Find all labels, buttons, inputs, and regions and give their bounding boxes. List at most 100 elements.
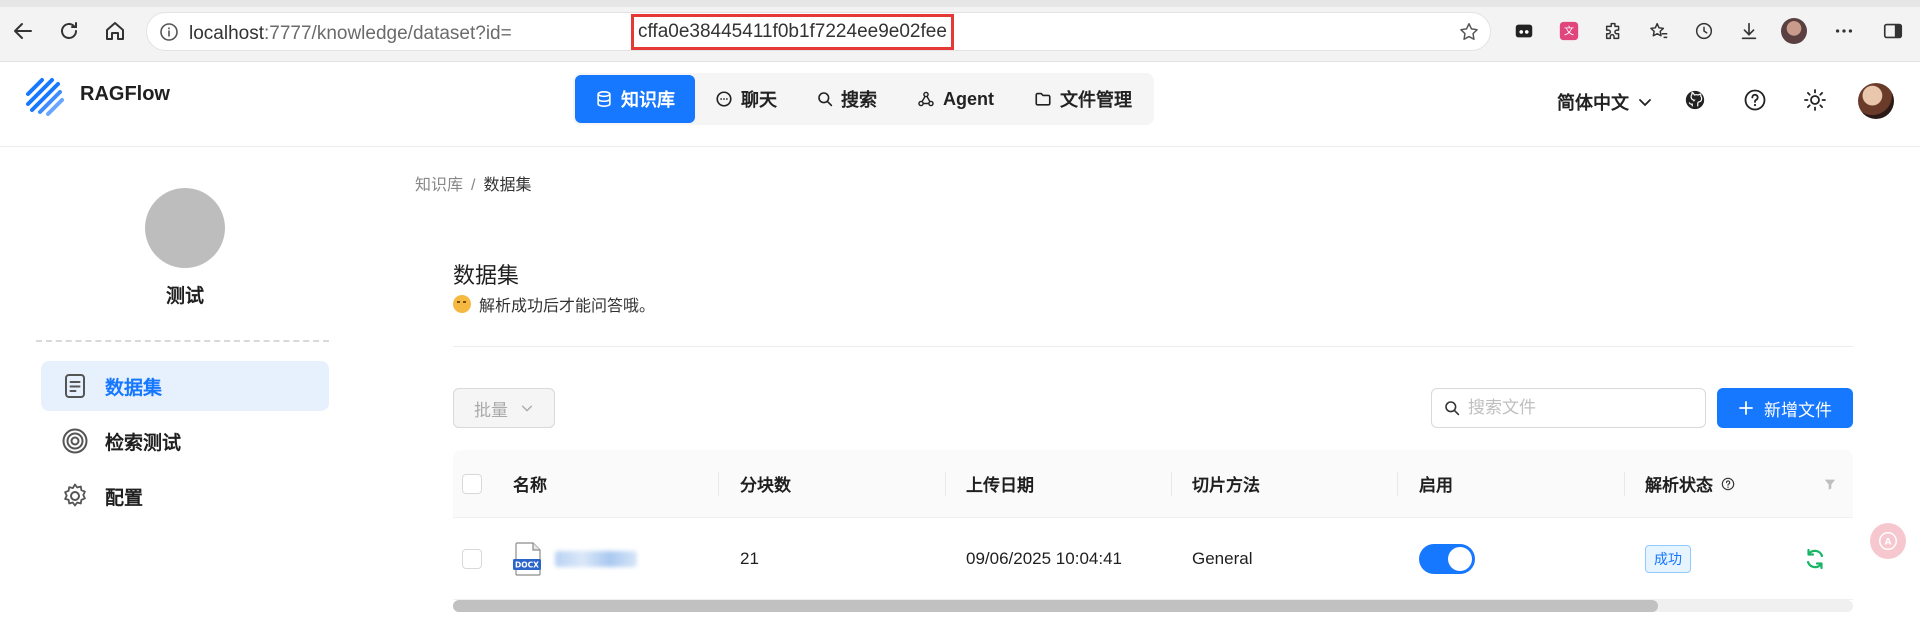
column-separator: [945, 472, 946, 496]
column-separator: [1624, 472, 1625, 496]
nav-knowledge-base[interactable]: 知识库: [575, 75, 695, 123]
translate-extension-icon[interactable]: 文: [1556, 18, 1582, 44]
database-icon: [597, 90, 611, 108]
bookmark-star-icon[interactable]: [1458, 21, 1480, 48]
enable-toggle[interactable]: [1419, 543, 1475, 574]
file-search-field[interactable]: [1431, 388, 1706, 428]
nav-file-management[interactable]: 文件管理: [1014, 75, 1152, 123]
chunk-count: 21: [740, 548, 759, 568]
home-button[interactable]: [100, 16, 130, 46]
plus-icon: [1739, 401, 1753, 415]
browser-tab-strip: [0, 0, 1920, 7]
knowledge-sidebar: 测试 数据集 检索测试 配置: [0, 148, 345, 635]
chevron-down-icon: [1639, 99, 1651, 107]
sidebar-toggle-icon[interactable]: [1880, 18, 1906, 44]
column-header-chunks[interactable]: 分块数: [740, 450, 791, 517]
file-search-input[interactable]: [1468, 398, 1688, 418]
theme-sun-icon[interactable]: [1800, 85, 1830, 115]
filter-icon[interactable]: [1823, 450, 1837, 517]
sidebar-divider: [36, 340, 329, 342]
scrollbar-thumb[interactable]: [453, 600, 1658, 612]
target-icon: [62, 428, 88, 454]
row-checkbox[interactable]: [462, 548, 482, 569]
sidebar-item-settings[interactable]: 配置: [41, 471, 329, 521]
reparse-icon[interactable]: [1803, 518, 1827, 599]
knowledge-base-avatar: [145, 188, 225, 268]
docx-file-icon: DOCX: [513, 541, 543, 576]
gear-icon: [64, 483, 86, 507]
file-name-cell[interactable]: DOCX: [513, 518, 637, 599]
app-header: RAGFlow 知识库 聊天 搜索 Agent 文件管理 简体中文: [0, 63, 1920, 147]
home-icon: [106, 22, 124, 40]
column-header-method[interactable]: 切片方法: [1192, 450, 1260, 517]
search-icon: [818, 92, 833, 107]
smile-emoji-icon: [453, 295, 471, 313]
breadcrumb-current: 数据集: [483, 177, 532, 194]
floating-translate-icon[interactable]: A: [1870, 523, 1906, 559]
puzzle-extensions-icon[interactable]: [1601, 18, 1627, 44]
ragflow-logo-icon[interactable]: [24, 76, 68, 125]
back-arrow-icon: [14, 23, 32, 39]
search-icon: [1445, 401, 1460, 416]
documents-table: 名称 分块数 上传日期 切片方法 启用 解析状态 DOCX 21 09/06/2…: [453, 450, 1853, 600]
breadcrumb: 知识库 / 数据集: [415, 171, 531, 195]
document-icon: [65, 374, 85, 398]
column-header-upload-date[interactable]: 上传日期: [966, 450, 1034, 517]
breadcrumb-parent[interactable]: 知识库: [415, 177, 463, 194]
chunk-method[interactable]: General: [1192, 518, 1252, 599]
nav-chat[interactable]: 聊天: [695, 75, 797, 123]
nav-agent[interactable]: Agent: [897, 75, 1014, 123]
folder-icon: [1035, 92, 1051, 106]
url-text: localhost:7777/knowledge/dataset?id=: [189, 23, 512, 44]
batch-dropdown-button[interactable]: 批量: [453, 388, 555, 428]
more-menu-icon[interactable]: [1831, 18, 1857, 44]
site-info-icon[interactable]: [159, 22, 179, 47]
reload-icon: [61, 22, 77, 39]
file-name-redacted[interactable]: [555, 550, 637, 567]
browser-toolbar: localhost:7777/knowledge/dataset?id= cff…: [0, 0, 1920, 62]
chevron-down-icon: [521, 405, 533, 412]
page-title: 数据集: [453, 263, 520, 288]
svg-text:文: 文: [1564, 25, 1574, 38]
address-bar[interactable]: localhost:7777/knowledge/dataset?id= cff…: [146, 12, 1491, 51]
reload-button[interactable]: [54, 16, 84, 46]
language-select[interactable]: 简体中文: [1557, 89, 1653, 115]
upload-date: 09/06/2025 10:04:41: [966, 548, 1122, 568]
add-file-button[interactable]: 新增文件: [1717, 388, 1853, 428]
question-circle-icon: [1721, 477, 1735, 490]
user-avatar[interactable]: [1858, 83, 1894, 119]
horizontal-scrollbar[interactable]: [453, 600, 1853, 612]
extension-tab-icon[interactable]: [1511, 18, 1537, 44]
knowledge-base-name: 测试: [165, 286, 204, 307]
sidebar-item-dataset[interactable]: 数据集: [41, 361, 329, 411]
sidebar-item-retrieval-test[interactable]: 检索测试: [41, 416, 329, 466]
table-header: 名称 分块数 上传日期 切片方法 启用 解析状态: [453, 450, 1853, 518]
svg-text:DOCX: DOCX: [515, 560, 539, 569]
top-navigation: 知识库 聊天 搜索 Agent 文件管理: [573, 73, 1154, 125]
column-separator: [1397, 472, 1398, 496]
svg-text:A: A: [1884, 537, 1892, 548]
column-separator: [1171, 472, 1172, 496]
column-header-enabled[interactable]: 启用: [1419, 450, 1453, 517]
back-button[interactable]: [8, 16, 38, 46]
breadcrumb-separator: /: [471, 177, 476, 194]
favorites-icon[interactable]: [1646, 18, 1672, 44]
github-icon[interactable]: [1680, 85, 1710, 115]
select-all-checkbox[interactable]: [462, 473, 482, 494]
column-header-name[interactable]: 名称: [513, 450, 547, 517]
section-divider: [453, 346, 1853, 347]
history-icon[interactable]: [1691, 18, 1717, 44]
parse-status-badge[interactable]: 成功: [1645, 544, 1691, 573]
profile-avatar-icon[interactable]: [1781, 18, 1807, 44]
url-id-highlight: cffa0e38445411f0b1f7224ee9e02fee: [631, 14, 954, 50]
column-separator: [718, 472, 719, 496]
chat-icon: [716, 91, 732, 107]
page-description: 解析成功后才能问答哦。: [453, 292, 655, 316]
column-header-parse-status[interactable]: 解析状态: [1645, 450, 1735, 517]
brand-name: RAGFlow: [80, 83, 170, 105]
table-row[interactable]: DOCX 21 09/06/2025 10:04:41 General 成功: [453, 518, 1853, 600]
download-icon[interactable]: [1736, 18, 1762, 44]
nav-search[interactable]: 搜索: [797, 75, 897, 123]
help-icon[interactable]: [1740, 85, 1770, 115]
agent-icon: [918, 91, 934, 107]
